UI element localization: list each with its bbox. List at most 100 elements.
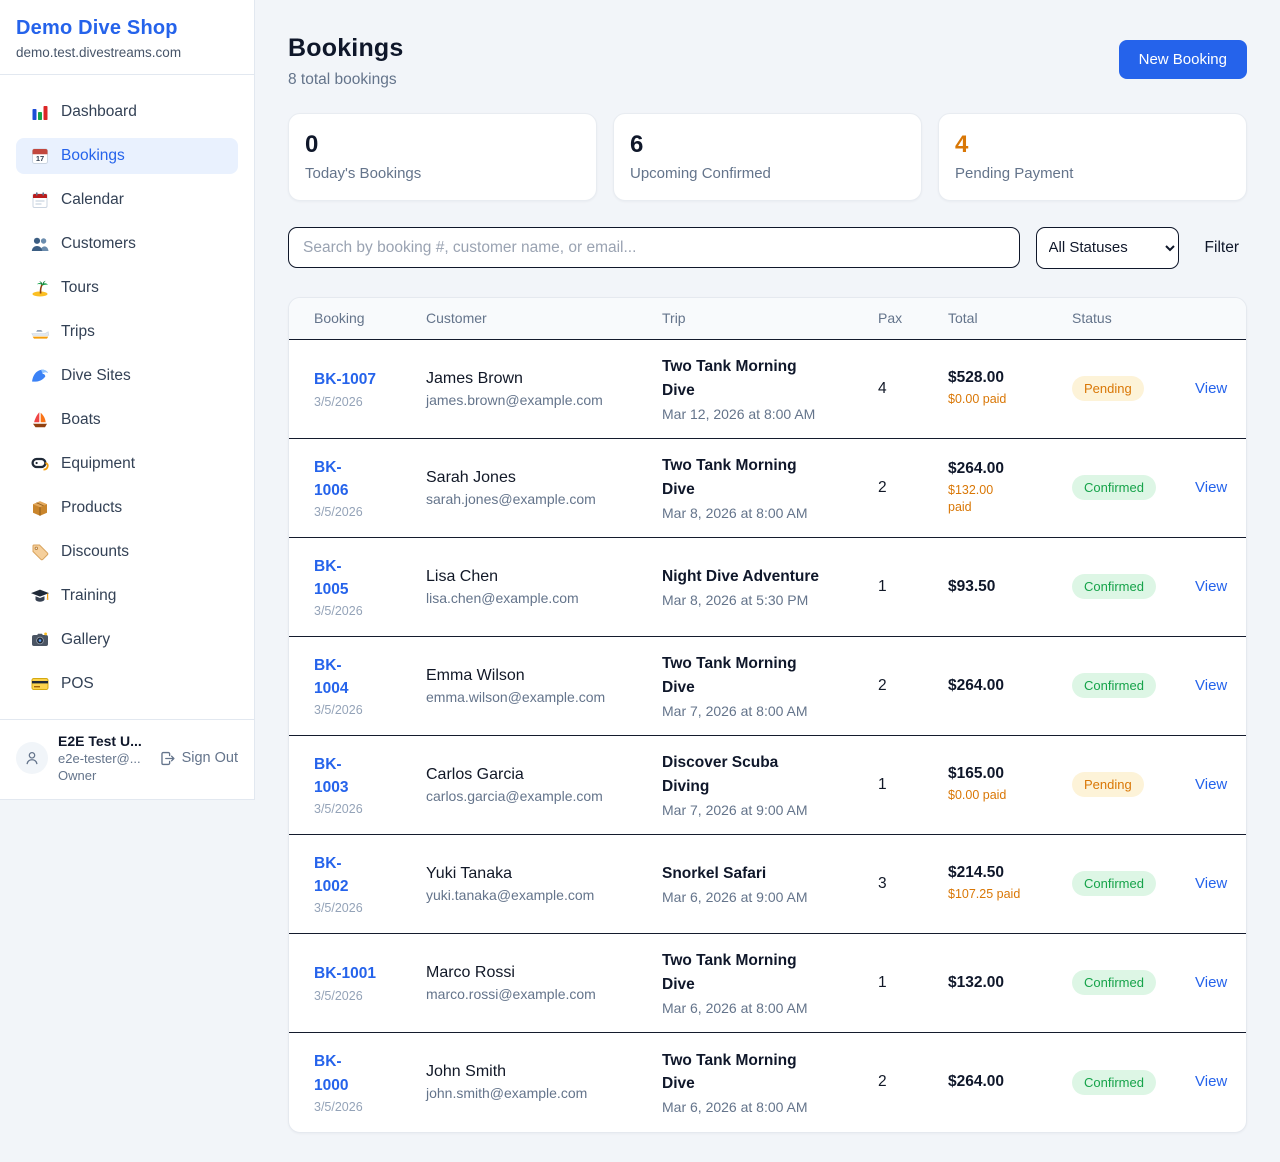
booking-id-link[interactable]: BK- 1000 [314,1050,348,1097]
sidebar-item-customers[interactable]: Customers [16,226,238,262]
status-cell: Confirmed [1072,970,1195,995]
view-link[interactable]: View [1195,479,1227,496]
dashboard-icon [30,102,50,122]
stat-value: 0 [305,131,580,159]
booking-cell: BK- 1000 3/5/2026 [314,1050,426,1114]
sidebar-item-trips[interactable]: Trips [16,314,238,350]
view-link[interactable]: View [1195,974,1227,991]
sidebar-item-label: Boats [61,411,101,429]
sidebar-item-dashboard[interactable]: Dashboard [16,94,238,130]
view-link[interactable]: View [1195,380,1227,397]
filter-button[interactable]: Filter [1205,239,1239,257]
customer-name: Emma Wilson [426,667,652,685]
status-badge: Confirmed [1072,574,1156,599]
sidebar-item-bookings[interactable]: 17Bookings [16,138,238,174]
new-booking-button[interactable]: New Booking [1119,40,1247,79]
booking-cell: BK- 10043/5/2026 [314,654,426,718]
sign-out-button[interactable]: Sign Out [159,750,238,767]
booking-id-link[interactable]: BK-1001 [314,962,376,985]
total-amount: $214.50 [948,864,1062,882]
equipment-icon [30,454,50,474]
customer-email: lisa.chen@example.com [426,590,652,606]
total-cell: $132.00 [948,974,1072,992]
sidebar-item-label: Dashboard [61,103,137,121]
bookings-icon: 17 [30,146,50,166]
sidebar-item-discounts[interactable]: Discounts [16,534,238,570]
view-cell: View [1195,677,1237,695]
customer-email: yuki.tanaka@example.com [426,887,652,903]
customer-cell: Emma Wilsonemma.wilson@example.com [426,667,662,705]
person-icon [23,749,41,767]
column-header-customer: Customer [426,310,662,326]
booking-cell: BK-10013/5/2026 [314,962,426,1002]
trip-name: Discover Scuba Diving [662,751,868,798]
sidebar-item-tours[interactable]: Tours [16,270,238,306]
view-cell: View [1195,776,1237,794]
customer-email: john.smith@example.com [426,1085,652,1101]
sidebar-header: Demo Dive Shop demo.test.divestreams.com [0,0,254,75]
pos-icon [30,674,50,694]
sign-out-label: Sign Out [182,750,238,766]
paid-amount: $107.25 paid [948,886,1062,903]
status-badge: Confirmed [1072,673,1156,698]
booking-date: 3/5/2026 [314,604,416,618]
trip-name: Night Dive Adventure [662,565,868,588]
sidebar-item-training[interactable]: Training [16,578,238,614]
booking-id-link[interactable]: BK- 1002 [314,852,348,899]
view-link[interactable]: View [1195,875,1227,892]
paid-amount: $0.00 paid [948,787,1062,804]
booking-id-link[interactable]: BK- 1004 [314,654,348,701]
sidebar-item-boats[interactable]: Boats [16,402,238,438]
pax-count: 1 [878,776,948,794]
trip-name: Two Tank Morning Dive [662,454,868,501]
booking-id-link[interactable]: BK- 1006 [314,456,348,503]
stat-card-pending-payment: 4 Pending Payment [938,113,1247,201]
trip-datetime: Mar 6, 2026 at 9:00 AM [662,889,868,905]
view-link[interactable]: View [1195,578,1227,595]
sidebar-item-gallery[interactable]: Gallery [16,622,238,658]
discounts-icon [30,542,50,562]
view-link[interactable]: View [1195,776,1227,793]
trip-cell: Two Tank Morning DiveMar 8, 2026 at 8:00… [662,454,878,521]
sidebar: Demo Dive Shop demo.test.divestreams.com… [0,0,255,800]
gallery-icon [30,630,50,650]
sidebar-item-dive-sites[interactable]: Dive Sites [16,358,238,394]
table-row: BK- 1000 3/5/2026 John Smithjohn.smith@exa… [289,1033,1246,1132]
customer-name: Sarah Jones [426,469,652,487]
total-amount: $264.00 [948,460,1062,478]
calendar-icon [30,190,50,210]
status-filter-select[interactable]: All Statuses [1036,227,1179,269]
view-link[interactable]: View [1195,1073,1227,1090]
table-row: BK- 10023/5/2026Yuki Tanakayuki.tanaka@e… [289,835,1246,934]
user-info: E2E Test U... e2e-tester@... Owner [58,733,142,783]
total-cell: $165.00$0.00 paid [948,765,1072,804]
status-cell: Pending [1072,376,1195,401]
booking-id-link[interactable]: BK- 1003 [314,753,348,800]
booking-id-link[interactable]: BK- 1005 [314,555,348,602]
customer-cell: John Smithjohn.smith@example.com [426,1063,662,1101]
booking-date: 3/5/2026 [314,1100,416,1114]
trip-datetime: Mar 12, 2026 at 8:00 AM [662,406,868,422]
total-cell: $528.00$0.00 paid [948,369,1072,408]
table-row: BK- 10033/5/2026Carlos Garciacarlos.garc… [289,736,1246,835]
search-input[interactable] [288,227,1020,268]
column-header-pax: Pax [878,310,948,326]
trip-cell: Snorkel SafariMar 6, 2026 at 9:00 AM [662,862,878,905]
stat-label: Today's Bookings [305,165,580,182]
pax-count: 2 [878,677,948,695]
stat-card-todays-bookings: 0 Today's Bookings [288,113,597,201]
customer-cell: Yuki Tanakayuki.tanaka@example.com [426,865,662,903]
sidebar-item-label: Equipment [61,455,135,473]
user-role: Owner [58,768,142,783]
view-link[interactable]: View [1195,677,1227,694]
booking-date: 3/5/2026 [314,395,416,409]
trip-cell: Two Tank Morning DiveMar 6, 2026 at 8:00… [662,949,878,1016]
booking-id-link[interactable]: BK-1007 [314,368,376,391]
pax-count: 3 [878,875,948,893]
total-cell: $264.00 [948,1073,1072,1091]
products-icon [30,498,50,518]
sidebar-item-calendar[interactable]: Calendar [16,182,238,218]
sidebar-item-products[interactable]: Products [16,490,238,526]
sidebar-item-equipment[interactable]: Equipment [16,446,238,482]
sidebar-item-pos[interactable]: POS [16,666,238,702]
